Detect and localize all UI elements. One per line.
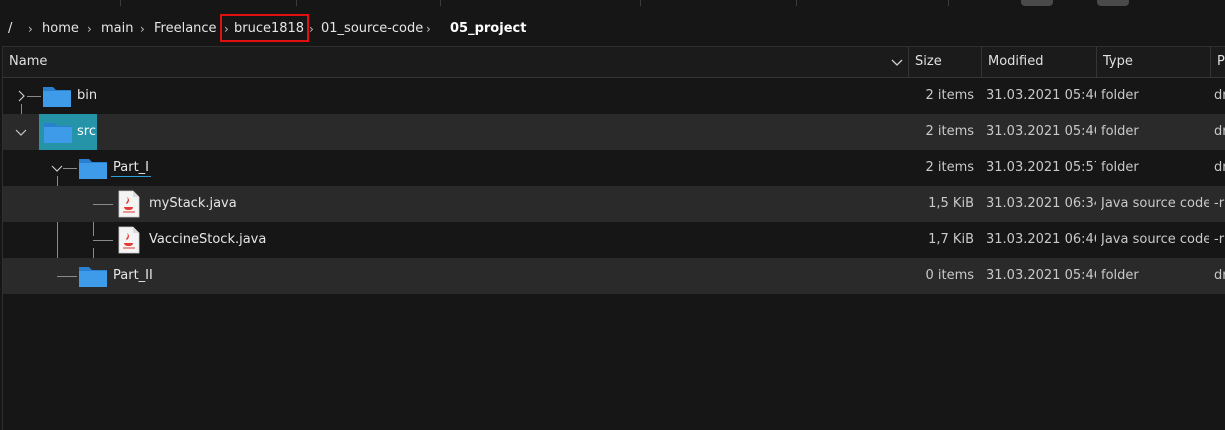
row-permissions: dr: [1214, 160, 1225, 175]
row-type: folder: [1101, 124, 1139, 139]
toolbar-divider: [120, 0, 121, 6]
folder-icon: [43, 87, 71, 107]
row-type: folder: [1101, 88, 1139, 103]
tree-line: [93, 240, 113, 241]
row-name: src: [77, 124, 96, 139]
row-permissions: dr: [1214, 268, 1225, 283]
row-name: VaccineStock.java: [149, 232, 267, 247]
row-size: 1,7 KiB: [928, 232, 974, 247]
row-size: 2 items: [925, 160, 974, 175]
row-type: folder: [1101, 160, 1139, 175]
row-permissions: dr: [1214, 124, 1225, 139]
table-row[interactable]: Part_II 0 items 31.03.2021 05:46 folder …: [3, 258, 1225, 294]
row-type: folder: [1101, 268, 1139, 283]
toolbar-strip: [0, 0, 1225, 8]
row-modified: 31.03.2021 05:46: [986, 88, 1096, 103]
java-file-icon: [118, 226, 140, 254]
column-header-name-label: Name: [9, 54, 48, 69]
tree-line: [27, 96, 41, 97]
chevron-right-icon: ›: [309, 22, 314, 36]
breadcrumb-root[interactable]: /: [8, 14, 12, 44]
column-header-size[interactable]: Size: [909, 47, 982, 77]
table-row[interactable]: src 2 items 31.03.2021 05:46 folder dr: [3, 114, 1225, 150]
breadcrumb-item-current[interactable]: 05_project: [450, 14, 526, 44]
column-header: Name Size Modified Type P: [3, 47, 1225, 78]
row-modified: 31.03.2021 06:46: [986, 232, 1096, 247]
breadcrumb-item-home[interactable]: home: [42, 14, 79, 44]
breadcrumb-item-main[interactable]: main: [101, 14, 133, 44]
folder-icon: [79, 267, 107, 287]
row-modified: 31.03.2021 06:34: [986, 196, 1096, 211]
toolbar-divider: [796, 0, 797, 6]
toolbar-divider: [948, 0, 949, 6]
table-row[interactable]: VaccineStock.java 1,7 KiB 31.03.2021 06:…: [3, 222, 1225, 258]
tree-line: [63, 168, 77, 169]
table-row[interactable]: Part_I 2 items 31.03.2021 05:57 folder d…: [3, 150, 1225, 186]
folder-icon: [44, 123, 72, 143]
row-permissions: -r: [1214, 232, 1225, 247]
row-permissions: -r: [1214, 196, 1225, 211]
breadcrumb-item-freelance[interactable]: Freelance: [154, 14, 217, 44]
chevron-right-icon: ›: [140, 22, 145, 36]
row-size: 2 items: [925, 124, 974, 139]
row-name: bin: [77, 88, 98, 103]
chevron-right-icon: ›: [87, 22, 92, 36]
row-type: Java source code: [1101, 232, 1209, 247]
chevron-down-icon[interactable]: [15, 126, 27, 138]
annotation-highlight-box: [220, 14, 309, 42]
file-tree-view: Name Size Modified Type P bin 2 items 31…: [2, 46, 1225, 430]
column-header-modified[interactable]: Modified: [982, 47, 1097, 77]
column-header-permissions[interactable]: P: [1211, 47, 1225, 77]
column-header-type[interactable]: Type: [1097, 47, 1211, 77]
java-file-icon: [118, 190, 140, 218]
row-modified: 31.03.2021 05:57: [986, 160, 1096, 175]
tree-line: [57, 276, 77, 277]
row-name: Part_I: [113, 160, 149, 175]
tree-line: [93, 204, 113, 205]
chevron-down-icon[interactable]: [891, 56, 903, 68]
table-row[interactable]: myStack.java 1,5 KiB 31.03.2021 06:34 Ja…: [3, 186, 1225, 222]
column-header-name[interactable]: Name: [3, 47, 909, 77]
toolbar-button[interactable]: [1021, 0, 1053, 6]
focus-underline: [111, 176, 151, 177]
toolbar-divider: [440, 0, 441, 6]
row-name: myStack.java: [149, 196, 237, 211]
toolbar-divider: [296, 0, 297, 6]
row-size: 0 items: [925, 268, 974, 283]
row-size: 2 items: [925, 88, 974, 103]
chevron-right-icon: ›: [426, 22, 431, 36]
chevron-right-icon[interactable]: [15, 90, 27, 102]
row-modified: 31.03.2021 05:46: [986, 124, 1096, 139]
breadcrumb-item-source-code[interactable]: 01_source-code: [321, 14, 423, 44]
folder-icon: [79, 159, 107, 179]
row-size: 1,5 KiB: [928, 196, 974, 211]
toolbar-divider: [640, 0, 641, 6]
toolbar-button[interactable]: [1097, 0, 1129, 6]
row-modified: 31.03.2021 05:46: [986, 268, 1096, 283]
row-permissions: dr: [1214, 88, 1225, 103]
row-type: Java source code: [1101, 196, 1209, 211]
breadcrumb: / › home › main › Freelance › bruce1818 …: [0, 14, 1225, 44]
chevron-right-icon: ›: [28, 22, 33, 36]
chevron-down-icon[interactable]: [51, 162, 63, 174]
row-name: Part_II: [113, 268, 153, 283]
table-row[interactable]: bin 2 items 31.03.2021 05:46 folder dr: [3, 78, 1225, 114]
